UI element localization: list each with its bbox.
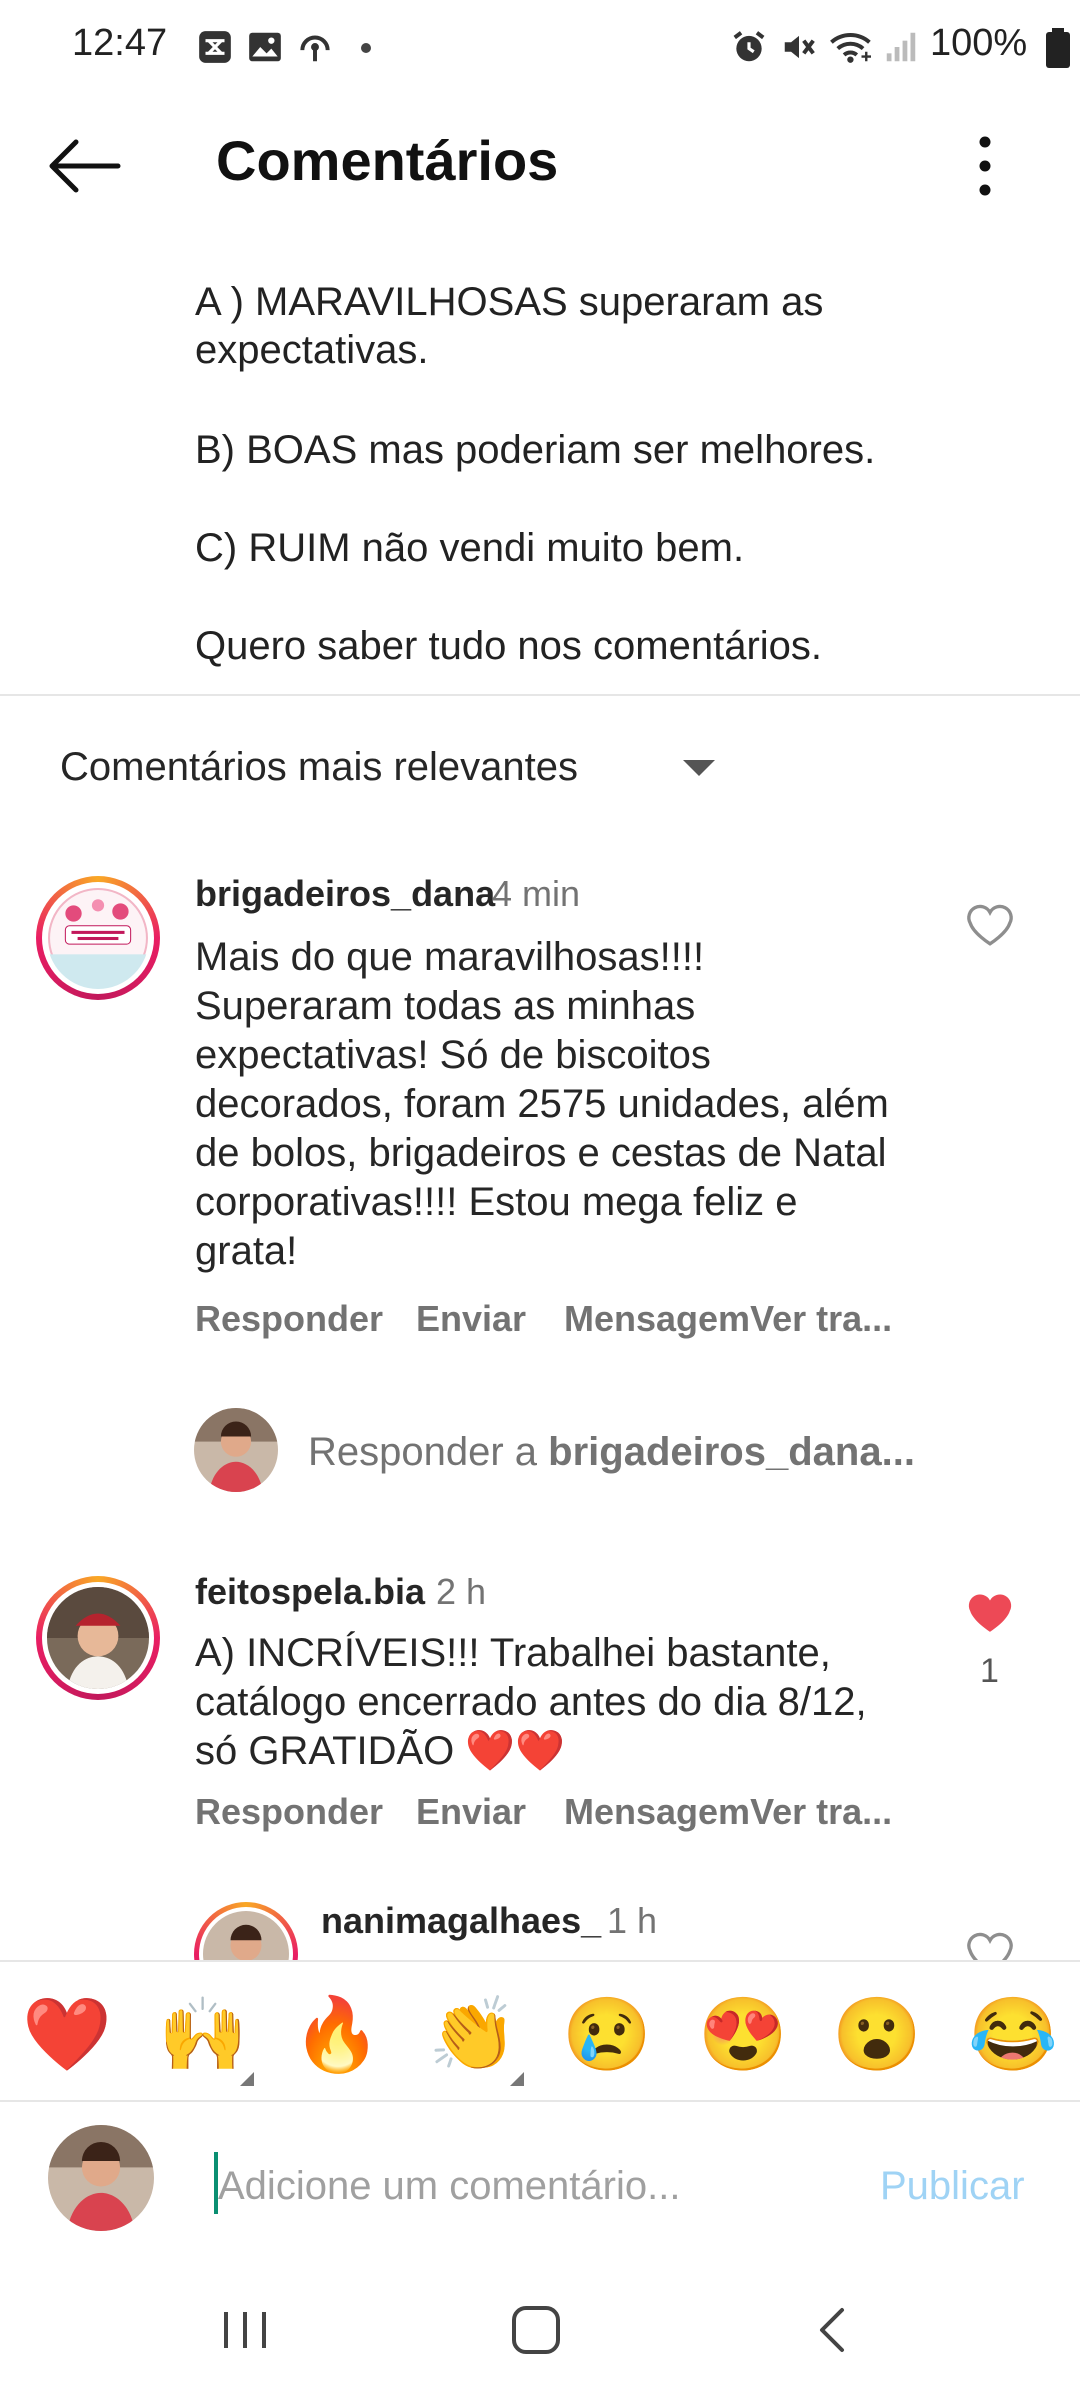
alarm-icon <box>733 31 765 62</box>
comment-time: 2 h <box>436 1571 487 1612</box>
emoji-clapping-hands[interactable]: 👏 <box>428 1990 518 2080</box>
caption-line: C) RUIM não vendi muito bem. <box>195 526 745 570</box>
battery-percent: 100% <box>930 22 1028 64</box>
logo-image <box>47 888 149 989</box>
send-button[interactable]: Enviar <box>416 1298 526 1340</box>
divider <box>0 2100 1080 2102</box>
comment-time: 1 h <box>607 1900 658 1941</box>
comment-time: 4 min <box>492 873 581 914</box>
reply-to-prompt[interactable]: Responder a brigadeiros_dana... <box>308 1430 915 1475</box>
avatar[interactable] <box>36 876 160 1000</box>
signal-icon <box>886 32 916 62</box>
emoji-heart-eyes[interactable]: 😍 <box>698 1990 788 2080</box>
emoji-surprised-face[interactable]: 😮 <box>832 1990 922 2080</box>
heart-filled-icon[interactable] <box>964 1590 1016 1636</box>
headset-icon <box>300 35 330 62</box>
heart-outline-icon[interactable] <box>964 902 1016 948</box>
page-title: Comentários <box>216 129 559 192</box>
emoji-fire[interactable]: 🔥 <box>292 1990 382 2080</box>
comment-username[interactable]: brigadeiros_dana <box>195 873 495 915</box>
message-translate-button[interactable]: MensagemVer tra... <box>564 1791 892 1833</box>
reply-to-prefix: Responder a <box>308 1430 549 1474</box>
gallery-box-icon <box>199 31 231 63</box>
person-photo <box>48 2125 154 2231</box>
text-cursor <box>214 2152 218 2214</box>
emoji-heart[interactable]: ❤️ <box>22 1990 112 2080</box>
comment-text-line: A) INCRÍVEIS!!! Trabalhei bastante, <box>195 1631 831 1675</box>
battery-icon <box>1046 28 1070 68</box>
caption-line: A ) MARAVILHOSAS superaram as <box>195 280 824 324</box>
comment-text-line: decorados, foram 2575 unidades, além <box>195 1082 889 1126</box>
caption-line: B) BOAS mas poderiam ser melhores. <box>195 428 876 472</box>
emoji-crying-face[interactable]: 😢 <box>562 1990 652 2080</box>
comment-text: A) INCRÍVEIS!!! Trabalhei bastante, catá… <box>195 1629 935 1776</box>
comment-text-line: de bolos, brigadeiros e cestas de Natal <box>195 1131 887 1175</box>
comment-text-line: só GRATIDÃO ❤️❤️ <box>195 1729 566 1773</box>
back-arrow-icon[interactable] <box>40 126 130 206</box>
comment-username[interactable]: feitospela.bia <box>195 1571 425 1613</box>
more-options-icon[interactable] <box>960 126 1010 206</box>
person-photo <box>47 1587 149 1689</box>
home-icon[interactable] <box>510 2302 562 2358</box>
comment-text-line: Mais do que maravilhosas!!!! <box>195 935 705 979</box>
recent-apps-icon[interactable] <box>218 2308 272 2352</box>
avatar <box>194 1408 278 1492</box>
comment-username[interactable]: nanimagalhaes_ <box>321 1900 601 1942</box>
reply-button[interactable]: Responder <box>195 1791 383 1833</box>
comment-text: Mais do que maravilhosas!!!! Superaram t… <box>195 933 935 1276</box>
publish-button[interactable]: Publicar <box>880 2164 1025 2209</box>
comment-text-line: expectativas! Só de biscoitos <box>195 1033 711 1077</box>
back-nav-icon[interactable] <box>812 2304 852 2356</box>
comment-input[interactable] <box>214 2158 858 2214</box>
emoji-raising-hands[interactable]: 🙌 <box>158 1990 248 2080</box>
chevron-down-icon[interactable] <box>683 760 715 776</box>
comment-text-line: catálogo encerrado antes do dia 8/12, <box>195 1680 867 1724</box>
reply-to-target: brigadeiros_dana... <box>548 1430 915 1474</box>
like-count: 1 <box>980 1652 999 1690</box>
person-photo <box>203 1911 289 1960</box>
comment-text-line: corporativas!!!! Estou mega feliz e <box>195 1180 798 1224</box>
emoji-tears-of-joy[interactable]: 😂 <box>968 1990 1058 2080</box>
caption-line: expectativas. <box>195 328 429 372</box>
divider <box>0 694 1080 696</box>
caption-line: Quero saber tudo nos comentários. <box>195 624 823 668</box>
dot-icon <box>361 43 371 53</box>
avatar[interactable] <box>194 1902 298 1960</box>
send-button[interactable]: Enviar <box>416 1791 526 1833</box>
skin-tone-indicator-icon <box>240 2072 254 2086</box>
heart-outline-icon <box>967 1932 1013 1960</box>
comment-text-line: Superaram todas as minhas <box>195 984 696 1028</box>
person-photo <box>194 1408 278 1492</box>
status-time: 12:47 <box>72 22 168 64</box>
skin-tone-indicator-icon <box>510 2072 524 2086</box>
image-icon <box>249 32 281 62</box>
avatar[interactable] <box>36 1576 160 1700</box>
sort-dropdown[interactable]: Comentários mais relevantes <box>60 745 578 790</box>
reply-button[interactable]: Responder <box>195 1298 383 1340</box>
status-bar: 12:47 100% <box>0 0 1080 96</box>
message-translate-button[interactable]: MensagemVer tra... <box>564 1298 892 1340</box>
wifi-icon <box>830 33 871 63</box>
mute-icon <box>784 35 815 59</box>
avatar <box>48 2125 154 2231</box>
heart-outline-icon[interactable] <box>964 1930 1016 1960</box>
comment-text-line: grata! <box>195 1229 298 1273</box>
